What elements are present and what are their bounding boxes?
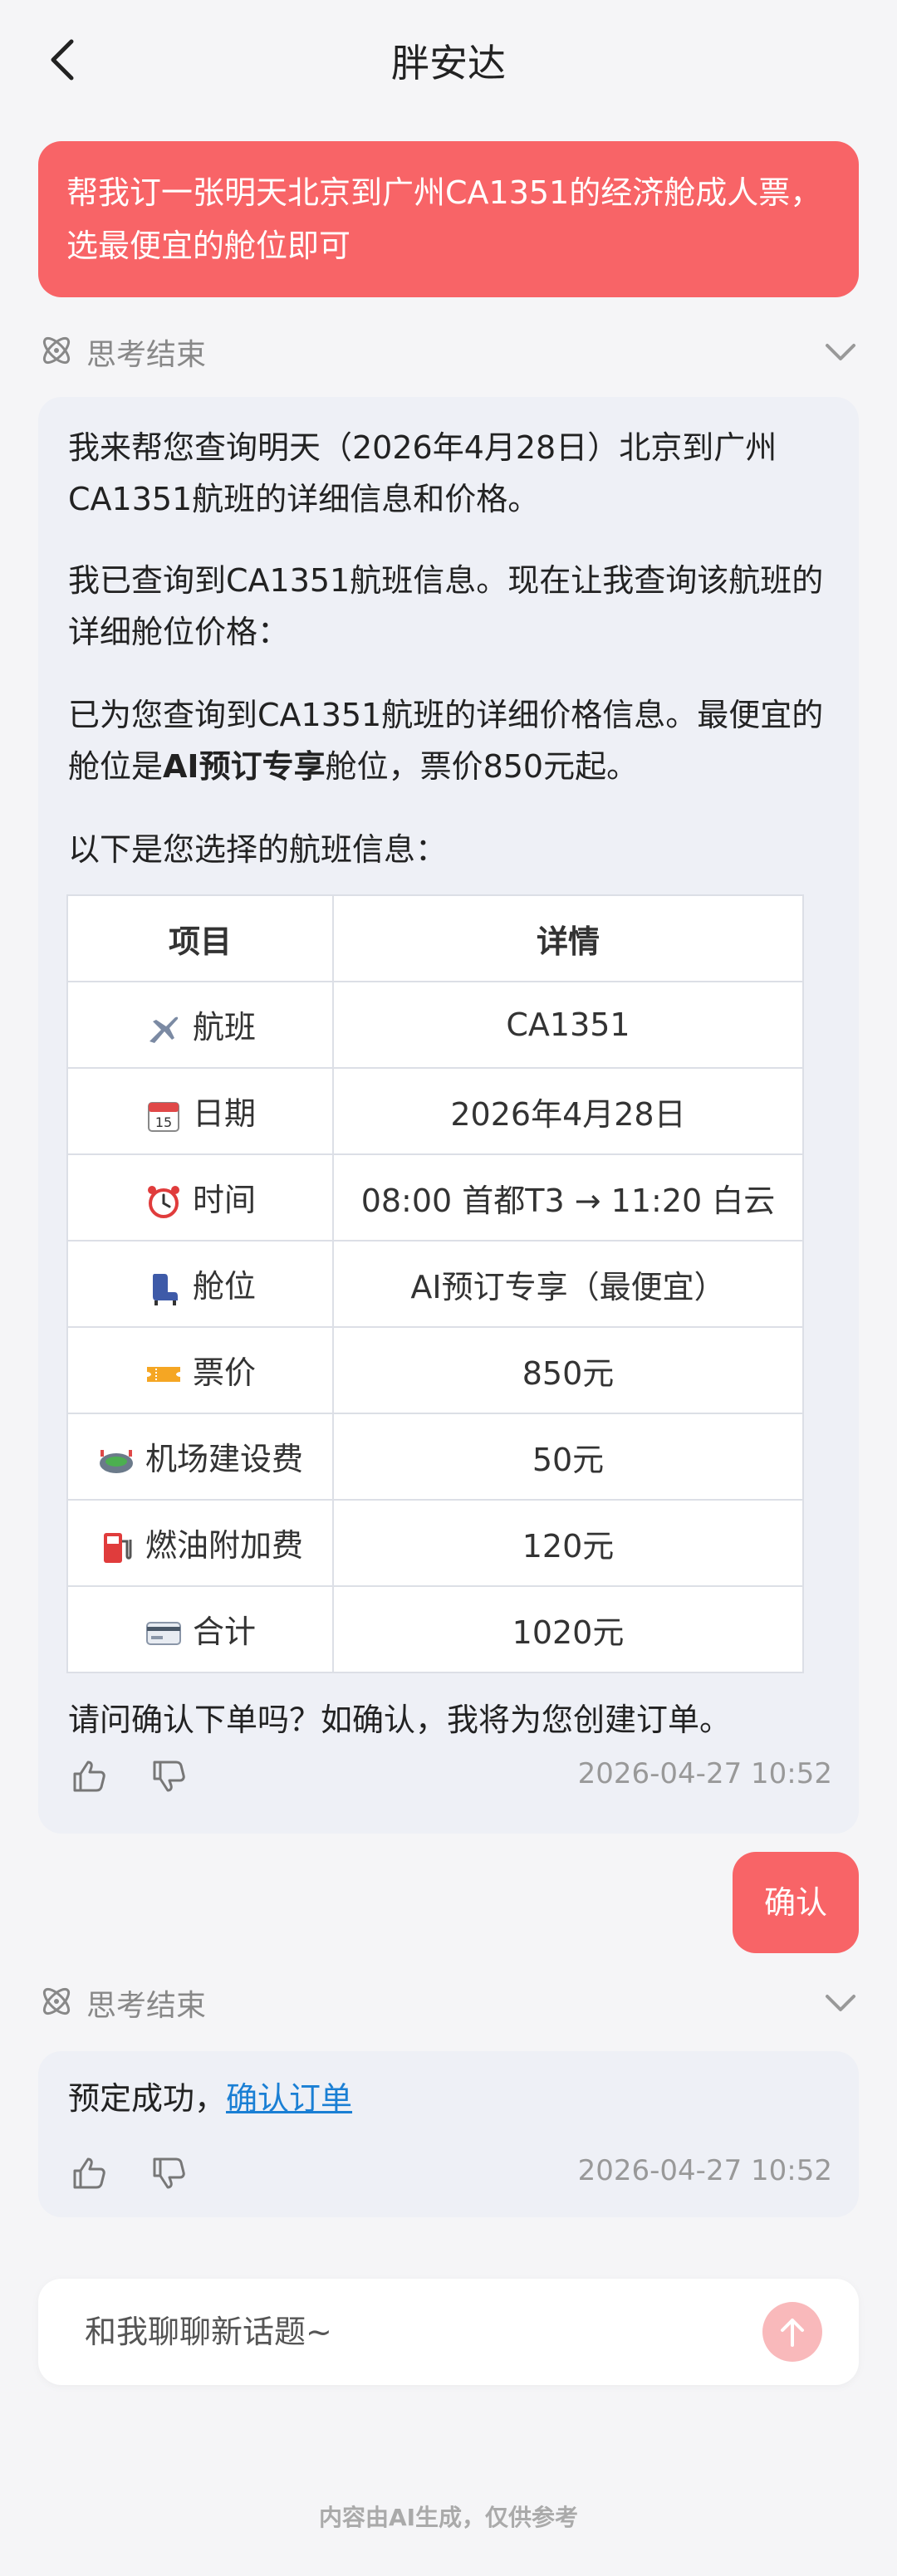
table-header-row: 项目 详情 <box>66 894 804 982</box>
table-label-cell: 15 日期 <box>66 1067 334 1155</box>
table-row: 机场建设费 50元 <box>66 1413 804 1501</box>
table-label: 机场建设费 <box>145 1440 303 1477</box>
message-timestamp: 2026-04-27 10:52 <box>577 1757 832 1790</box>
chevron-down-icon[interactable] <box>822 335 859 369</box>
ai-reply-card: 预定成功，确认订单 2026-04-27 10:52 <box>38 2051 859 2217</box>
table-row: 时间 08:00 首都T3 → 11:20 白云 <box>66 1153 804 1241</box>
table-row: 燃油附加费 120元 <box>66 1499 804 1587</box>
table-value-cell: 2026年4月28日 <box>332 1067 804 1155</box>
ai-paragraph: 以下是您选择的航班信息： <box>68 831 448 868</box>
header: 胖安达 <box>0 0 897 125</box>
chat-input-bar <box>38 2279 859 2385</box>
table-value-cell: CA1351 <box>332 981 804 1069</box>
table-header-cell: 详情 <box>332 894 804 982</box>
table-label-cell: 合计 <box>66 1585 334 1673</box>
table-row: 合计 1020元 <box>66 1585 804 1673</box>
chat-page: 胖安达 帮我订一张明天北京到广州CA1351的经济舱成人票，选最便宜的舱位即可 … <box>0 0 897 2576</box>
thumbs-down-icon[interactable] <box>148 2152 189 2194</box>
table-value-cell: 850元 <box>332 1326 804 1414</box>
table-value-cell: 1020元 <box>332 1585 804 1673</box>
ai-paragraph: 预定成功，确认订单 <box>68 2073 832 2124</box>
table-label-cell: 航班 <box>66 981 334 1069</box>
table-row: 舱位 AI预订专享（最便宜） <box>66 1240 804 1328</box>
thinking-label: 思考结束 <box>86 338 207 372</box>
table-label-cell: 机场建设费 <box>66 1413 334 1501</box>
fuel-pump-icon <box>97 1528 135 1566</box>
alarm-clock-icon <box>145 1183 183 1221</box>
table-label: 时间 <box>192 1181 256 1218</box>
thinking-label: 思考结束 <box>86 1989 207 2023</box>
send-button[interactable] <box>762 2302 822 2362</box>
flight-info-table: 项目 详情 航班 CA1351 15 日期 2026年4月28日 时间 08:00… <box>66 894 804 1673</box>
ai-paragraph: 我已查询到CA1351航班信息。现在让我查询该航班的详细舱位价格： <box>68 562 824 650</box>
calendar-icon: 15 <box>145 1096 183 1134</box>
credit-card-icon <box>145 1614 183 1653</box>
confirm-order-link[interactable]: 确认订单 <box>226 2080 352 2117</box>
table-label: 票价 <box>192 1354 256 1391</box>
table-row: 15 日期 2026年4月28日 <box>66 1067 804 1155</box>
ai-bold-text: AI预订专享 <box>163 748 326 785</box>
thinking-status-row[interactable]: 思考结束 <box>38 326 859 375</box>
table-header-cell: 项目 <box>66 894 334 982</box>
feedback-row: 2026-04-27 10:52 <box>68 1752 832 1802</box>
chat-input[interactable] <box>85 2307 733 2357</box>
table-label-cell: 舱位 <box>66 1240 334 1328</box>
feedback-row: 2026-04-27 10:52 <box>68 2149 832 2199</box>
table-label: 日期 <box>192 1095 256 1132</box>
thumbs-up-icon[interactable] <box>68 1756 110 1797</box>
ai-disclaimer: 内容由AI生成，仅供参考 <box>318 2504 579 2531</box>
airplane-icon <box>145 1010 183 1048</box>
table-label: 航班 <box>192 1008 256 1046</box>
seat-icon <box>145 1269 183 1307</box>
atom-icon <box>38 332 75 369</box>
table-label-cell: 时间 <box>66 1153 334 1241</box>
ai-text-span: 舱位，票价850元起。 <box>325 748 639 785</box>
table-label: 舱位 <box>192 1267 256 1305</box>
table-value-cell: 50元 <box>332 1413 804 1501</box>
ai-text-span: 预定成功， <box>68 2080 227 2117</box>
table-value-cell: 120元 <box>332 1499 804 1587</box>
table-value-cell: 08:00 首都T3 → 11:20 白云 <box>332 1153 804 1241</box>
stadium-icon <box>97 1442 135 1480</box>
table-row: 票价 850元 <box>66 1326 804 1414</box>
table-label-cell: 票价 <box>66 1326 334 1414</box>
table-row: 航班 CA1351 <box>66 981 804 1069</box>
thumbs-down-icon[interactable] <box>148 1756 189 1797</box>
ai-paragraph: 我来帮您查询明天（2026年4月28日）北京到广州CA1351航班的详细信息和价… <box>68 429 777 517</box>
ticket-icon <box>145 1355 183 1393</box>
thinking-status-row[interactable]: 思考结束 <box>38 1976 859 2026</box>
table-label: 燃油附加费 <box>145 1526 303 1564</box>
ai-paragraph: 请问确认下单吗？如确认，我将为您创建订单。 <box>68 1702 732 1738</box>
confirm-message-bubble: 确认 <box>733 1852 859 1953</box>
user-message-bubble: 帮我订一张明天北京到广州CA1351的经济舱成人票，选最便宜的舱位即可 <box>38 141 859 297</box>
page-title: 胖安达 <box>391 41 506 86</box>
arrow-up-icon <box>781 2319 804 2347</box>
message-timestamp: 2026-04-27 10:52 <box>577 2154 832 2187</box>
chevron-down-icon[interactable] <box>822 1986 859 2020</box>
ai-paragraph: 已为您查询到CA1351航班的详细价格信息。最便宜的舱位是AI预订专享舱位，票价… <box>68 689 832 792</box>
svg-text:15: 15 <box>155 1114 172 1130</box>
atom-icon <box>38 1983 75 2020</box>
table-label: 合计 <box>192 1613 256 1650</box>
thumbs-up-icon[interactable] <box>68 2152 110 2194</box>
table-value-cell: AI预订专享（最便宜） <box>332 1240 804 1328</box>
table-label-cell: 燃油附加费 <box>66 1499 334 1587</box>
